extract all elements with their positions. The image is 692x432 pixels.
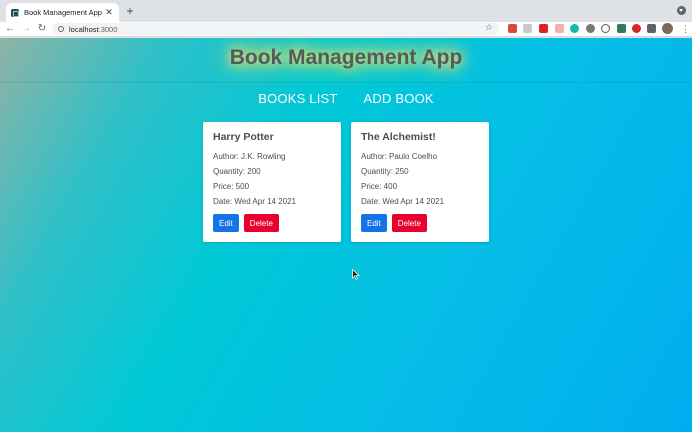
book-actions: Edit Delete [213, 214, 331, 232]
address-bar[interactable]: localhost:3000 ☆ [52, 22, 499, 35]
book-title: Harry Potter [213, 131, 274, 143]
extension-icon[interactable] [632, 24, 641, 33]
book-price: Price: 500 [213, 182, 250, 191]
book-quantity: Quantity: 200 [213, 167, 261, 176]
main-nav: BOOKS LIST ADD BOOK [0, 91, 692, 106]
browser-toolbar: ← → ↻ localhost:3000 ☆ ⋮ [0, 22, 692, 37]
reload-icon[interactable]: ↻ [36, 23, 48, 35]
book-actions: Edit Delete [361, 214, 479, 232]
extension-icon[interactable] [601, 24, 610, 33]
close-tab-icon[interactable]: ✕ [104, 7, 114, 18]
book-date: Date: Wed Apr 14 2021 [213, 197, 297, 206]
extension-icon[interactable] [586, 24, 595, 33]
nav-add-book-link[interactable]: ADD BOOK [364, 91, 434, 106]
extension-icon[interactable] [617, 24, 626, 33]
header-divider [0, 82, 692, 83]
app-favicon-icon [11, 8, 19, 17]
nav-books-list-link[interactable]: BOOKS LIST [258, 91, 337, 106]
book-card: Harry Potter Author: J.K. Rowling Quanti… [203, 122, 341, 242]
extension-icon[interactable] [570, 24, 579, 33]
app-page: Book Management App BOOKS LIST ADD BOOK … [0, 38, 692, 432]
bookmark-star-icon[interactable]: ☆ [485, 22, 493, 33]
browser-tab[interactable]: Book Management App ✕ [6, 3, 119, 22]
delete-button[interactable]: Delete [391, 214, 427, 232]
browser-menu-icon[interactable]: ⋮ [681, 23, 690, 35]
new-tab-button[interactable]: + [124, 4, 136, 18]
book-title: The Alchemist! [361, 131, 436, 143]
book-date: Date: Wed Apr 14 2021 [361, 197, 445, 206]
app-title: Book Management App [229, 46, 463, 69]
browser-tab-bar: Book Management App ✕ + [0, 0, 692, 22]
book-author: Author: J.K. Rowling [213, 152, 286, 161]
extension-icon[interactable] [508, 24, 517, 33]
extensions-puzzle-icon[interactable] [647, 24, 656, 33]
tab-title: Book Management App [24, 8, 102, 17]
profile-avatar[interactable] [662, 23, 673, 34]
mouse-cursor-icon [352, 269, 360, 280]
edit-button[interactable]: Edit [361, 214, 387, 232]
forward-icon[interactable]: → [20, 23, 32, 35]
book-card: The Alchemist! Author: Paulo Coelho Quan… [351, 122, 489, 242]
url-port: :3000 [98, 24, 118, 34]
site-info-icon[interactable] [58, 26, 64, 32]
extension-icon[interactable] [555, 24, 564, 33]
edit-button[interactable]: Edit [213, 214, 239, 232]
extension-icon[interactable] [539, 24, 548, 33]
window-menu-icon[interactable] [677, 6, 686, 15]
delete-button[interactable]: Delete [243, 214, 279, 232]
url-host: localhost [69, 24, 99, 34]
book-quantity: Quantity: 250 [361, 167, 409, 176]
book-author: Author: Paulo Coelho [361, 152, 438, 161]
book-price: Price: 400 [361, 182, 398, 191]
extension-icon[interactable] [523, 24, 532, 33]
back-icon[interactable]: ← [4, 23, 16, 35]
